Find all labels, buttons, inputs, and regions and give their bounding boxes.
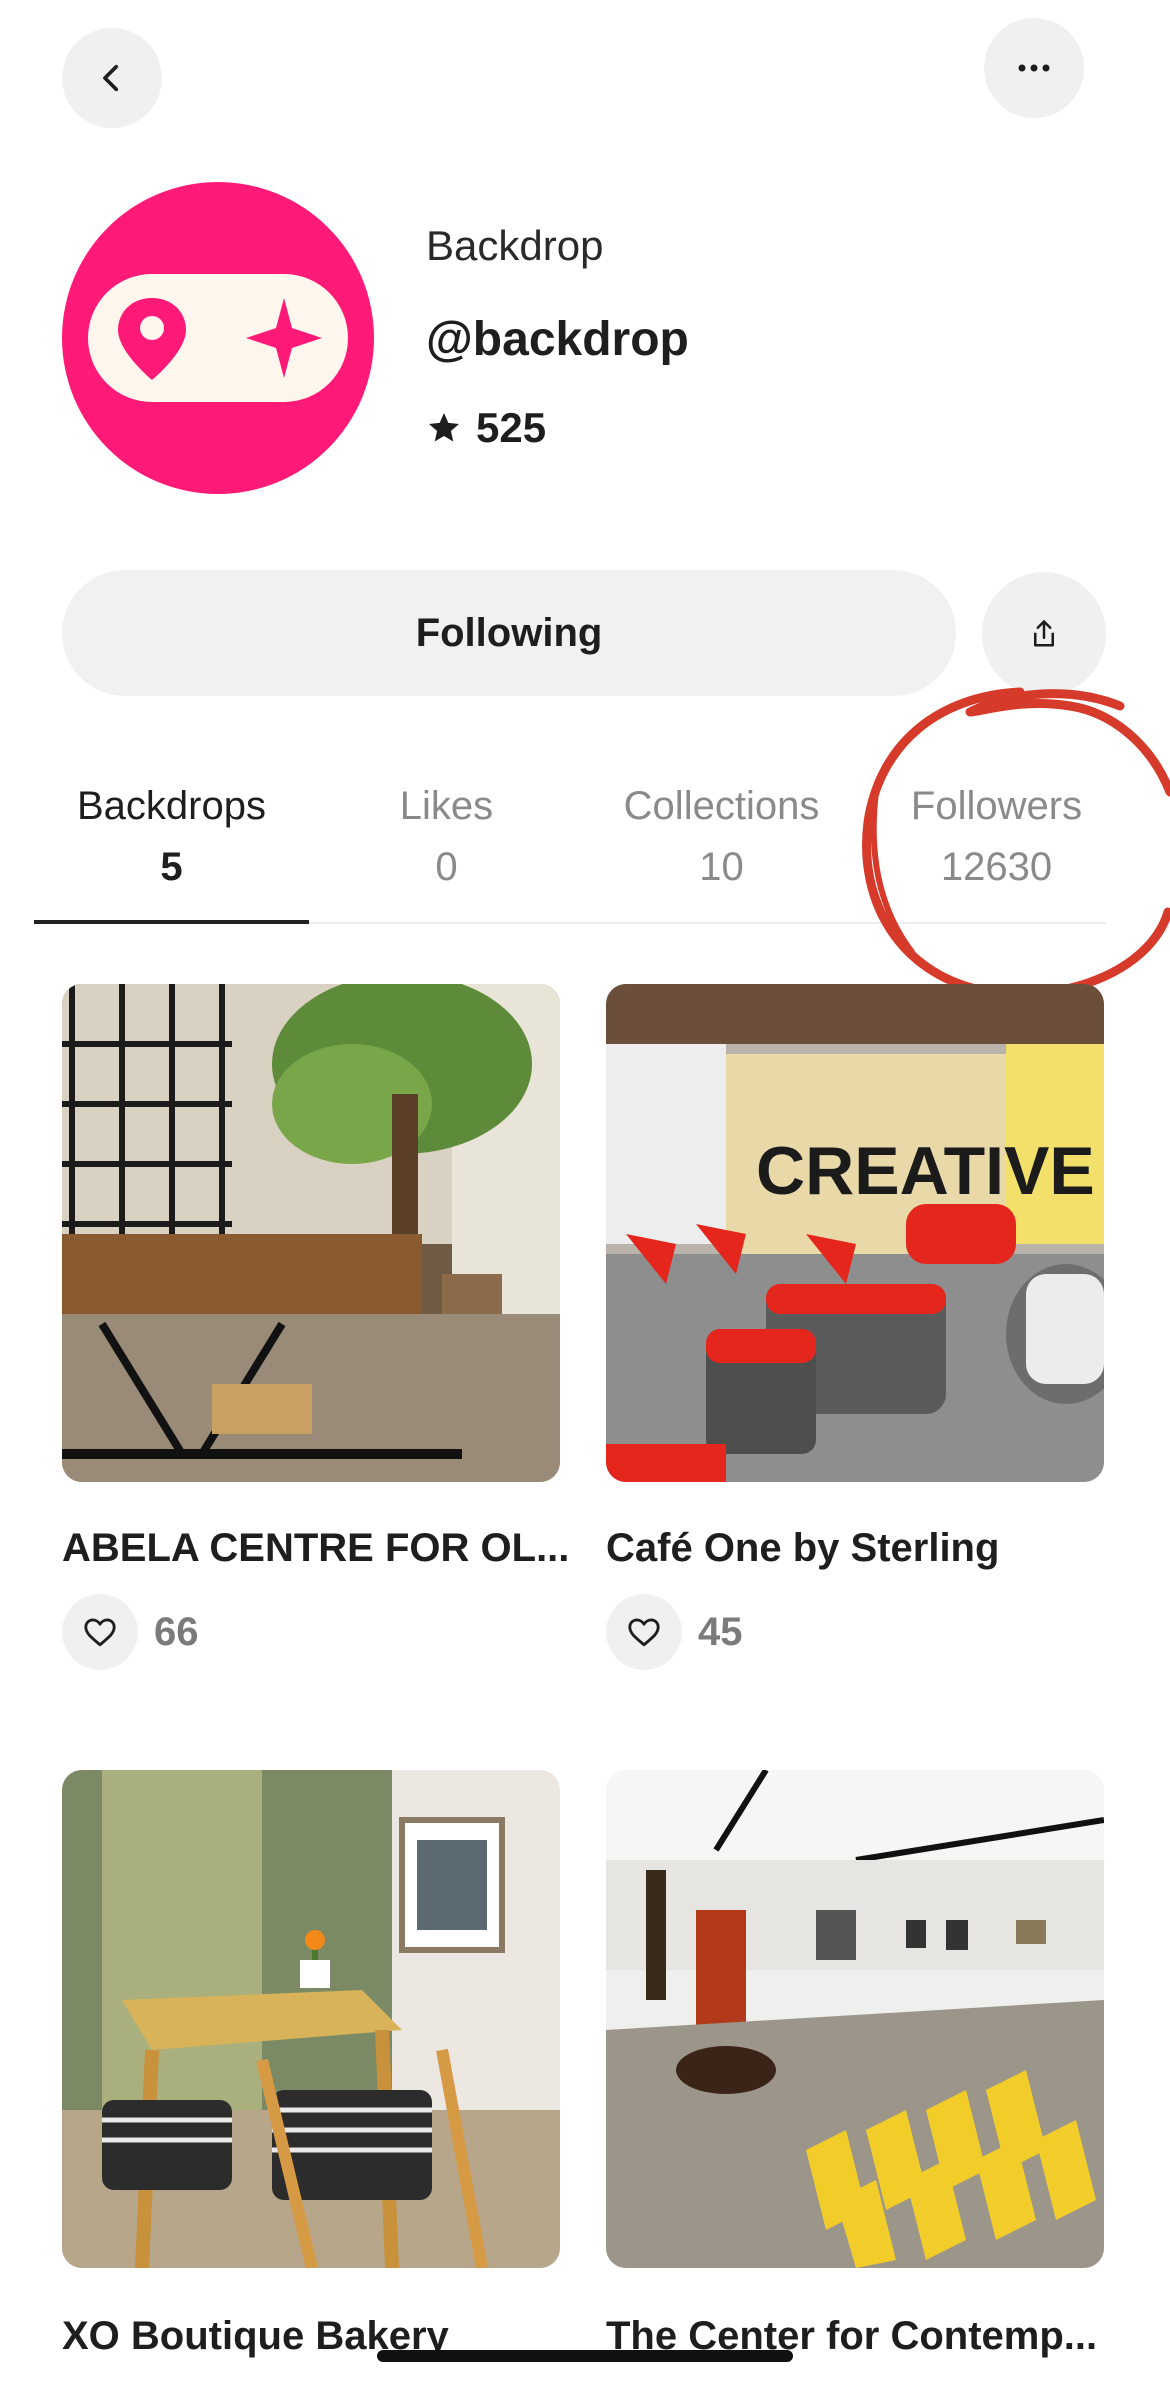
- like-count: 45: [698, 1609, 743, 1654]
- heart-icon: [628, 1618, 660, 1647]
- svg-text:CREATIVE: CREATIVE: [756, 1133, 1095, 1209]
- back-button[interactable]: [62, 28, 162, 128]
- profile-handle: @backdrop: [426, 313, 689, 366]
- rating-row: 525: [426, 404, 546, 452]
- tab-collections[interactable]: Collections 10: [584, 770, 859, 922]
- chevron-left-icon: [103, 64, 119, 92]
- backdrop-image-xo-bakery[interactable]: [62, 1770, 560, 2268]
- avatar: [62, 182, 374, 494]
- tab-count: 5: [160, 845, 183, 889]
- tab-backdrops[interactable]: Backdrops 5: [34, 770, 309, 924]
- tab-label: Collections: [623, 784, 820, 828]
- backdrop-image-center-contemporary[interactable]: [606, 1770, 1104, 2268]
- tab-likes[interactable]: Likes 0: [309, 770, 584, 922]
- backdrop-logo-icon: [88, 274, 348, 402]
- tab-label: Likes: [399, 784, 494, 828]
- star-icon: [429, 413, 459, 442]
- profile-display-name: Backdrop: [426, 222, 604, 269]
- tab-label: Backdrops: [77, 784, 266, 828]
- like-row: 66: [62, 1594, 199, 1670]
- tab-count: 10: [699, 845, 744, 889]
- heart-icon: [84, 1618, 116, 1647]
- backdrop-image-abela[interactable]: [62, 984, 560, 1482]
- like-button[interactable]: [62, 1594, 138, 1670]
- tab-count: 0: [435, 845, 458, 889]
- backdrop-image-cafe-one[interactable]: CREATIVE: [606, 984, 1104, 1482]
- backdrop-title[interactable]: ABELA CENTRE FOR OL...: [62, 1526, 582, 1571]
- rating-value: 525: [476, 404, 547, 451]
- like-count: 66: [154, 1609, 199, 1654]
- annotation-circle: [862, 687, 1170, 999]
- backdrop-title[interactable]: Café One by Sterling: [606, 1526, 1126, 1571]
- like-row: 45: [606, 1594, 743, 1670]
- ellipsis-icon: [1018, 64, 1050, 72]
- share-icon: [1034, 620, 1054, 647]
- like-button[interactable]: [606, 1594, 682, 1670]
- home-indicator: [377, 2350, 793, 2362]
- more-options-button[interactable]: [984, 18, 1084, 118]
